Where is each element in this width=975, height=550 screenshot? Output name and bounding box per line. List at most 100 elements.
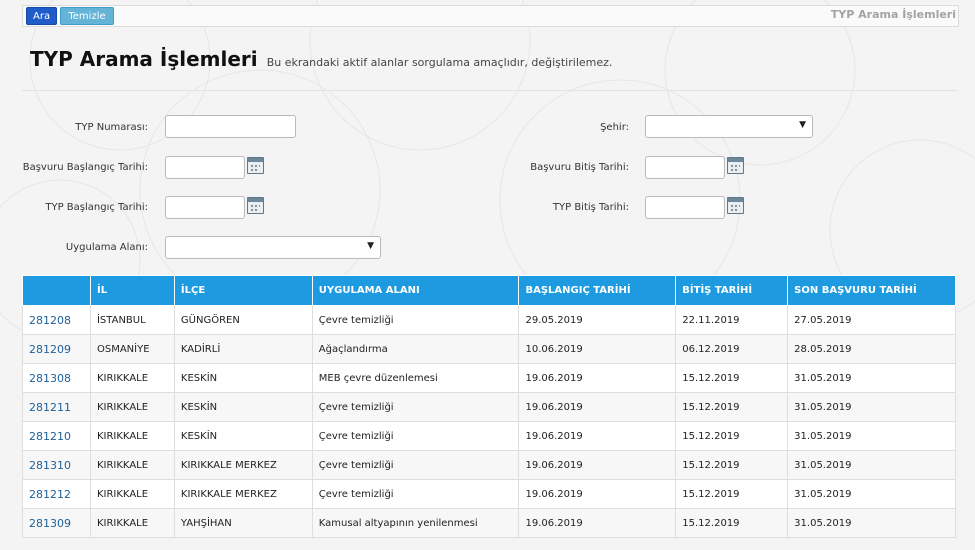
typ-id-link[interactable]: 281208 [22, 305, 91, 335]
district-cell: KESKİN [173, 392, 313, 422]
typ-id-link[interactable]: 281211 [22, 392, 91, 422]
table-row: 281212 KIRIKKALE KIRIKKALE MERKEZ Çevre … [22, 479, 956, 509]
city-cell: KIRIKKALE [89, 479, 175, 509]
clear-button[interactable]: Temizle [60, 7, 114, 25]
table-header-row: İL İLÇE UYGULAMA ALANI BAŞLANGIÇ TARİHİ … [22, 275, 956, 306]
area-cell: Ağaçlandırma [311, 334, 520, 364]
table-row: 281208 İSTANBUL GÜNGÖREN Çevre temizliği… [22, 305, 956, 335]
page-title: TYP Arama İşlemleri [30, 47, 258, 71]
last-application-date-cell: 31.05.2019 [787, 421, 956, 451]
typ-id-link[interactable]: 281212 [22, 479, 91, 509]
area-cell: Kamusal altyapının yenilenmesi [311, 508, 520, 538]
end-date-cell: 15.12.2019 [675, 363, 789, 393]
column-header-last-application-date[interactable]: SON BAŞVURU TARİHİ [787, 275, 956, 306]
search-button[interactable]: Ara [26, 7, 57, 25]
start-date-cell: 19.06.2019 [518, 363, 677, 393]
city-cell: OSMANİYE [89, 334, 175, 364]
table-row: 281308 KIRIKKALE KESKİN MEB çevre düzenl… [22, 363, 956, 393]
district-cell: KIRIKKALE MERKEZ [173, 479, 313, 509]
table-row: 281309 KIRIKKALE YAHŞİHAN Kamusal altyap… [22, 508, 956, 538]
typ-end-date-label: TYP Bitiş Tarihi: [552, 202, 629, 213]
start-date-cell: 29.05.2019 [518, 305, 677, 335]
start-date-cell: 10.06.2019 [518, 334, 677, 364]
calendar-icon[interactable] [727, 157, 744, 174]
district-cell: KESKİN [173, 421, 313, 451]
area-cell: Çevre temizliği [311, 479, 520, 509]
column-header-application-area[interactable]: UYGULAMA ALANI [311, 275, 520, 306]
breadcrumb: TYP Arama İşlemleri [830, 8, 956, 21]
city-cell: KIRIKKALE [89, 392, 175, 422]
typ-id-link[interactable]: 281309 [22, 508, 91, 538]
city-label: Şehir: [600, 122, 629, 133]
last-application-date-cell: 31.05.2019 [787, 363, 956, 393]
district-cell: KIRIKKALE MERKEZ [173, 450, 313, 480]
start-date-cell: 19.06.2019 [518, 392, 677, 422]
area-cell: Çevre temizliği [311, 305, 520, 335]
city-select[interactable]: ▼ [645, 115, 813, 138]
area-cell: Çevre temizliği [311, 392, 520, 422]
table-row: 281310 KIRIKKALE KIRIKKALE MERKEZ Çevre … [22, 450, 956, 480]
application-end-date-input[interactable] [645, 156, 725, 179]
start-date-cell: 19.06.2019 [518, 479, 677, 509]
end-date-cell: 06.12.2019 [675, 334, 789, 364]
typ-start-date-input[interactable] [165, 196, 245, 219]
start-date-cell: 19.06.2019 [518, 421, 677, 451]
results-table: İL İLÇE UYGULAMA ALANI BAŞLANGIÇ TARİHİ … [22, 275, 956, 538]
application-start-date-label: Başvuru Başlangıç Tarihi: [22, 162, 148, 173]
calendar-icon[interactable] [727, 197, 744, 214]
calendar-icon[interactable] [247, 197, 264, 214]
typ-id-link[interactable]: 281308 [22, 363, 91, 393]
last-application-date-cell: 28.05.2019 [787, 334, 956, 364]
typ-id-link[interactable]: 281210 [22, 421, 91, 451]
typ-number-label: TYP Numarası: [75, 122, 148, 133]
end-date-cell: 15.12.2019 [675, 421, 789, 451]
end-date-cell: 15.12.2019 [675, 450, 789, 480]
city-cell: KIRIKKALE [89, 450, 175, 480]
typ-id-link[interactable]: 281310 [22, 450, 91, 480]
district-cell: KESKİN [173, 363, 313, 393]
last-application-date-cell: 27.05.2019 [787, 305, 956, 335]
end-date-cell: 15.12.2019 [675, 479, 789, 509]
header-divider [22, 90, 957, 91]
area-cell: Çevre temizliği [311, 421, 520, 451]
district-cell: YAHŞİHAN [173, 508, 313, 538]
last-application-date-cell: 31.05.2019 [787, 508, 956, 538]
column-header-end-date[interactable]: BİTİŞ TARİHİ [675, 275, 789, 306]
typ-start-date-label: TYP Başlangıç Tarihi: [45, 202, 148, 213]
table-row: 281211 KIRIKKALE KESKİN Çevre temizliği … [22, 392, 956, 422]
table-row: 281210 KIRIKKALE KESKİN Çevre temizliği … [22, 421, 956, 451]
page-subtitle: Bu ekrandaki aktif alanlar sorgulama ama… [266, 56, 613, 69]
chevron-down-icon: ▼ [367, 241, 374, 251]
city-cell: KIRIKKALE [89, 363, 175, 393]
application-area-select[interactable]: ▼ [165, 236, 381, 259]
column-header-district[interactable]: İLÇE [173, 275, 313, 306]
calendar-icon[interactable] [247, 157, 264, 174]
district-cell: GÜNGÖREN [173, 305, 313, 335]
typ-end-date-input[interactable] [645, 196, 725, 219]
end-date-cell: 22.11.2019 [675, 305, 789, 335]
area-cell: Çevre temizliği [311, 450, 520, 480]
table-row: 281209 OSMANİYE KADİRLİ Ağaçlandırma 10.… [22, 334, 956, 364]
typ-id-link[interactable]: 281209 [22, 334, 91, 364]
column-header-start-date[interactable]: BAŞLANGIÇ TARİHİ [518, 275, 677, 306]
city-cell: KIRIKKALE [89, 421, 175, 451]
column-header-city[interactable]: İL [89, 275, 175, 306]
application-start-date-input[interactable] [165, 156, 245, 179]
end-date-cell: 15.12.2019 [675, 392, 789, 422]
end-date-cell: 15.12.2019 [675, 508, 789, 538]
last-application-date-cell: 31.05.2019 [787, 450, 956, 480]
column-header [22, 275, 91, 306]
start-date-cell: 19.06.2019 [518, 508, 677, 538]
toolbar: Ara Temizle TYP Arama İşlemleri [22, 5, 959, 27]
application-area-label: Uygulama Alanı: [65, 242, 148, 253]
chevron-down-icon: ▼ [799, 120, 806, 130]
area-cell: MEB çevre düzenlemesi [311, 363, 520, 393]
typ-number-input[interactable] [165, 115, 296, 138]
district-cell: KADİRLİ [173, 334, 313, 364]
page-header: TYP Arama İşlemleri Bu ekrandaki aktif a… [30, 47, 612, 71]
city-cell: İSTANBUL [89, 305, 175, 335]
start-date-cell: 19.06.2019 [518, 450, 677, 480]
last-application-date-cell: 31.05.2019 [787, 392, 956, 422]
last-application-date-cell: 31.05.2019 [787, 479, 956, 509]
city-cell: KIRIKKALE [89, 508, 175, 538]
